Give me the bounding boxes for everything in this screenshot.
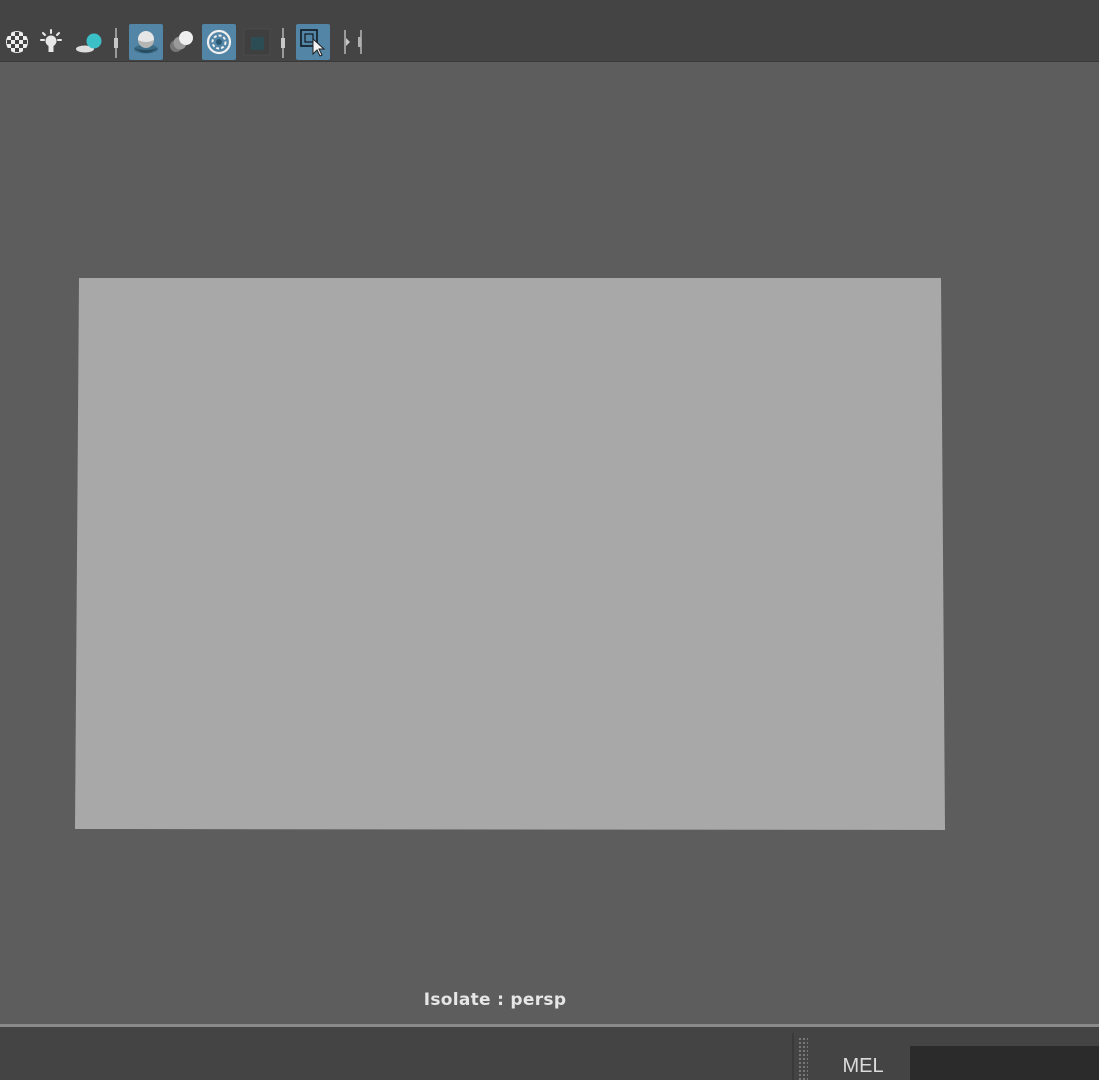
command-input[interactable] xyxy=(910,1046,1099,1080)
viewport-toolbar xyxy=(0,0,1099,62)
checker-icon[interactable] xyxy=(0,24,34,60)
anti-aliasing-icon[interactable] xyxy=(202,24,236,60)
panel-grip-line xyxy=(792,1033,794,1080)
light-bulb-icon[interactable] xyxy=(34,24,68,60)
script-language-toggle[interactable]: MEL xyxy=(830,1055,896,1078)
perspective-viewport[interactable]: Isolate : persp xyxy=(0,62,1099,1024)
motion-blur-icon[interactable] xyxy=(164,24,198,60)
drag-handle-icon[interactable] xyxy=(798,1037,808,1080)
command-line-bar: MEL xyxy=(0,1027,1099,1080)
isolate-camera-label: Isolate : persp xyxy=(423,990,567,1010)
ambient-occlusion-icon[interactable] xyxy=(129,24,163,60)
shadow-sphere-icon[interactable] xyxy=(72,24,106,60)
plane-object[interactable] xyxy=(0,62,1099,1024)
isolate-select-icon[interactable] xyxy=(296,24,330,60)
toolbar-separator xyxy=(113,28,118,58)
textured-square-icon[interactable] xyxy=(240,24,274,60)
toolbar-separator xyxy=(280,28,285,58)
expand-arrow-icon[interactable] xyxy=(333,24,369,60)
